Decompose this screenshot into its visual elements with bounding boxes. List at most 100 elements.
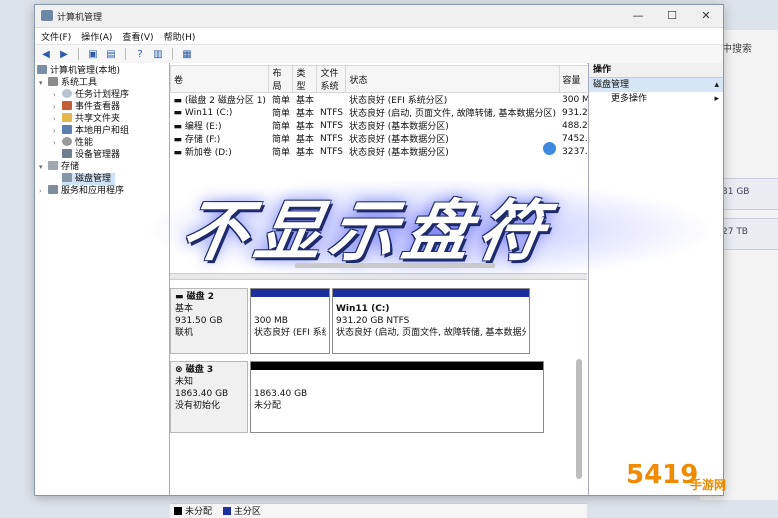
disk-2-status: 联机 [175, 328, 194, 338]
volume-type: 基本 [295, 135, 314, 145]
partition-c-status: 状态良好 (启动, 页面文件, 故障转储, 基本数据分区) [336, 328, 526, 338]
menu-file[interactable]: 文件(F) [41, 30, 71, 43]
collapse-icon[interactable]: ▾ [39, 77, 48, 89]
volume-status: 状态良好 (EFI 系统分区) [348, 96, 448, 106]
tree-item-system-tools[interactable]: ▾ 系统工具 [39, 77, 97, 89]
volume-filesystem: NTFS [319, 120, 343, 131]
disk-3-type: 未知 [175, 377, 194, 387]
close-button[interactable]: ✕ [689, 5, 723, 27]
volume-layout: 简单 [271, 135, 290, 145]
column-layout[interactable]: 布局 [268, 65, 294, 93]
volume-name: ▬ (磁盘 2 磁盘分区 1) [173, 96, 266, 106]
window-title: 计算机管理 [57, 13, 103, 23]
properties-icon[interactable]: ▥ [151, 48, 165, 61]
tree-item-task-scheduler[interactable]: › 任务计划程序 [53, 89, 129, 101]
tree-item-event-viewer[interactable]: › 事件查看器 [53, 101, 120, 113]
volume-layout: 简单 [271, 96, 290, 106]
maximize-button[interactable]: ☐ [655, 5, 689, 27]
banner-title: 不显示盘符 [175, 193, 559, 270]
volume-filesystem: NTFS [319, 146, 343, 157]
shared-folder-icon [62, 113, 72, 122]
submenu-arrow-icon: ▸ [714, 94, 719, 104]
partition-unallocated[interactable]: 1863.40 GB 未分配 [250, 361, 544, 433]
volume-list-header: 卷 布局 类型 文件系统 状态 容量 [169, 65, 607, 93]
minimize-button[interactable]: — [621, 5, 655, 27]
volume-status: 状态良好 (基本数据分区) [348, 122, 449, 132]
tree-item-local-users[interactable]: › 本地用户和组 [53, 125, 129, 137]
disk-2-name: ▬ 磁盘 2 [175, 292, 215, 302]
watermark-logo: 5419 [626, 460, 699, 490]
tree-item-disk-management[interactable]: 磁盘管理 [62, 173, 116, 185]
collapse-up-icon[interactable]: ▴ [714, 78, 719, 92]
volume-layout: 简单 [271, 109, 290, 119]
volume-name: ▬ 新加卷 (D:) [173, 148, 232, 158]
tree-item-services[interactable]: › 服务和应用程序 [39, 185, 124, 197]
disk-graphical-view: ▬ 磁盘 2 基本 931.50 GB 联机 300 MB 状态良好 (EFI … [170, 281, 587, 495]
expand-icon[interactable]: › [53, 125, 62, 137]
computer-management-icon [41, 10, 53, 21]
partition-efi-status: 状态良好 (EFI 系统分 [254, 328, 326, 338]
column-type[interactable]: 类型 [292, 65, 318, 93]
action-more[interactable]: 更多操作 ▸ [589, 92, 723, 106]
partition-c[interactable]: Win11 (C:) 931.20 GB NTFS 状态良好 (启动, 页面文件… [332, 288, 530, 354]
expand-icon[interactable]: › [39, 185, 48, 197]
volume-filesystem: NTFS [319, 133, 343, 144]
storage-icon [48, 161, 58, 170]
column-filesystem[interactable]: 文件系统 [316, 65, 347, 93]
expand-icon[interactable]: › [53, 137, 62, 149]
disk-management-icon [62, 173, 72, 182]
tree-item-root[interactable]: 计算机管理(本地) [37, 65, 120, 77]
show-tree-icon[interactable]: ▤ [104, 48, 118, 61]
back-arrow-icon[interactable]: ◀ [39, 48, 53, 61]
disk-3-info[interactable]: ⊗ 磁盘 3 未知 1863.40 GB 没有初始化 [170, 361, 248, 433]
panel-icon[interactable]: ▦ [180, 48, 194, 61]
vertical-scrollbar[interactable] [576, 359, 582, 479]
tools-icon [48, 77, 58, 86]
folder-up-icon[interactable]: ▣ [86, 48, 100, 61]
volume-type: 基本 [295, 109, 314, 119]
legend-unallocated: 未分配 [185, 507, 213, 517]
toolbar-divider [78, 48, 79, 60]
action-disk-management[interactable]: 磁盘管理 ▴ [589, 78, 723, 92]
toolbar: ◀ ▶ ▣ ▤ ? ▥ ▦ [35, 45, 723, 64]
volume-name: ▬ 存储 (F:) [173, 135, 221, 145]
legend-unallocated-swatch [174, 507, 182, 515]
computer-icon [37, 65, 47, 74]
tree-item-performance[interactable]: › 性能 [53, 137, 93, 149]
menu-view[interactable]: 查看(V) [122, 30, 153, 43]
expand-icon[interactable]: › [53, 101, 62, 113]
volume-status: 状态良好 (基本数据分区) [348, 148, 449, 158]
tree-item-storage[interactable]: ▾ 存储 [39, 161, 79, 173]
table-row[interactable]: ▬ Win11 (C:) 简单 基本 NTFS 状态良好 (启动, 页面文件, … [171, 106, 607, 120]
disk-2-info[interactable]: ▬ 磁盘 2 基本 931.50 GB 联机 [170, 288, 248, 354]
help-icon[interactable]: ? [133, 48, 147, 61]
partition-efi-size: 300 MB [254, 316, 288, 326]
expand-icon[interactable]: › [53, 113, 62, 125]
volume-layout: 简单 [271, 122, 290, 132]
partition-efi[interactable]: 300 MB 状态良好 (EFI 系统分 [250, 288, 330, 354]
expand-icon[interactable]: › [53, 89, 62, 101]
unallocated-bar [251, 362, 543, 370]
partition-c-name: Win11 (C:) [336, 304, 390, 314]
menu-help[interactable]: 帮助(H) [164, 30, 196, 43]
volume-list: 卷 布局 类型 文件系统 状态 容量 ▬ (磁盘 2 磁盘分区 1) 简单 基本 [169, 65, 607, 159]
menu-action[interactable]: 操作(A) [81, 30, 112, 43]
partition-c-size: 931.20 GB NTFS [336, 316, 410, 326]
collapse-icon[interactable]: ▾ [39, 161, 48, 173]
unallocated-size: 1863.40 GB [254, 389, 308, 399]
banner-underline [295, 263, 495, 268]
tree-item-device-manager[interactable]: 设备管理器 [62, 149, 120, 161]
users-icon [62, 125, 72, 134]
table-row[interactable]: ▬ 存储 (F:) 简单 基本 NTFS 状态良好 (基本数据分区) 7452.… [171, 132, 607, 146]
column-volume[interactable]: 卷 [169, 65, 270, 93]
menu-bar: 文件(F) 操作(A) 查看(V) 帮助(H) [35, 28, 723, 45]
column-status[interactable]: 状态 [345, 65, 560, 93]
table-row[interactable]: ▬ (磁盘 2 磁盘分区 1) 简单 基本 状态良好 (EFI 系统分区) 30… [171, 93, 607, 107]
table-row[interactable]: ▬ 编程 (E:) 简单 基本 NTFS 状态良好 (基本数据分区) 488.2… [171, 119, 607, 133]
tree-item-shared-folders[interactable]: › 共享文件夹 [53, 113, 120, 125]
table-row[interactable]: ▬ 新加卷 (D:) 简单 基本 NTFS 状态良好 (基本数据分区) 3237… [171, 145, 607, 159]
toolbar-divider [125, 48, 126, 60]
unallocated-status: 未分配 [254, 401, 282, 411]
performance-icon [62, 137, 72, 146]
forward-arrow-icon[interactable]: ▶ [57, 48, 71, 61]
